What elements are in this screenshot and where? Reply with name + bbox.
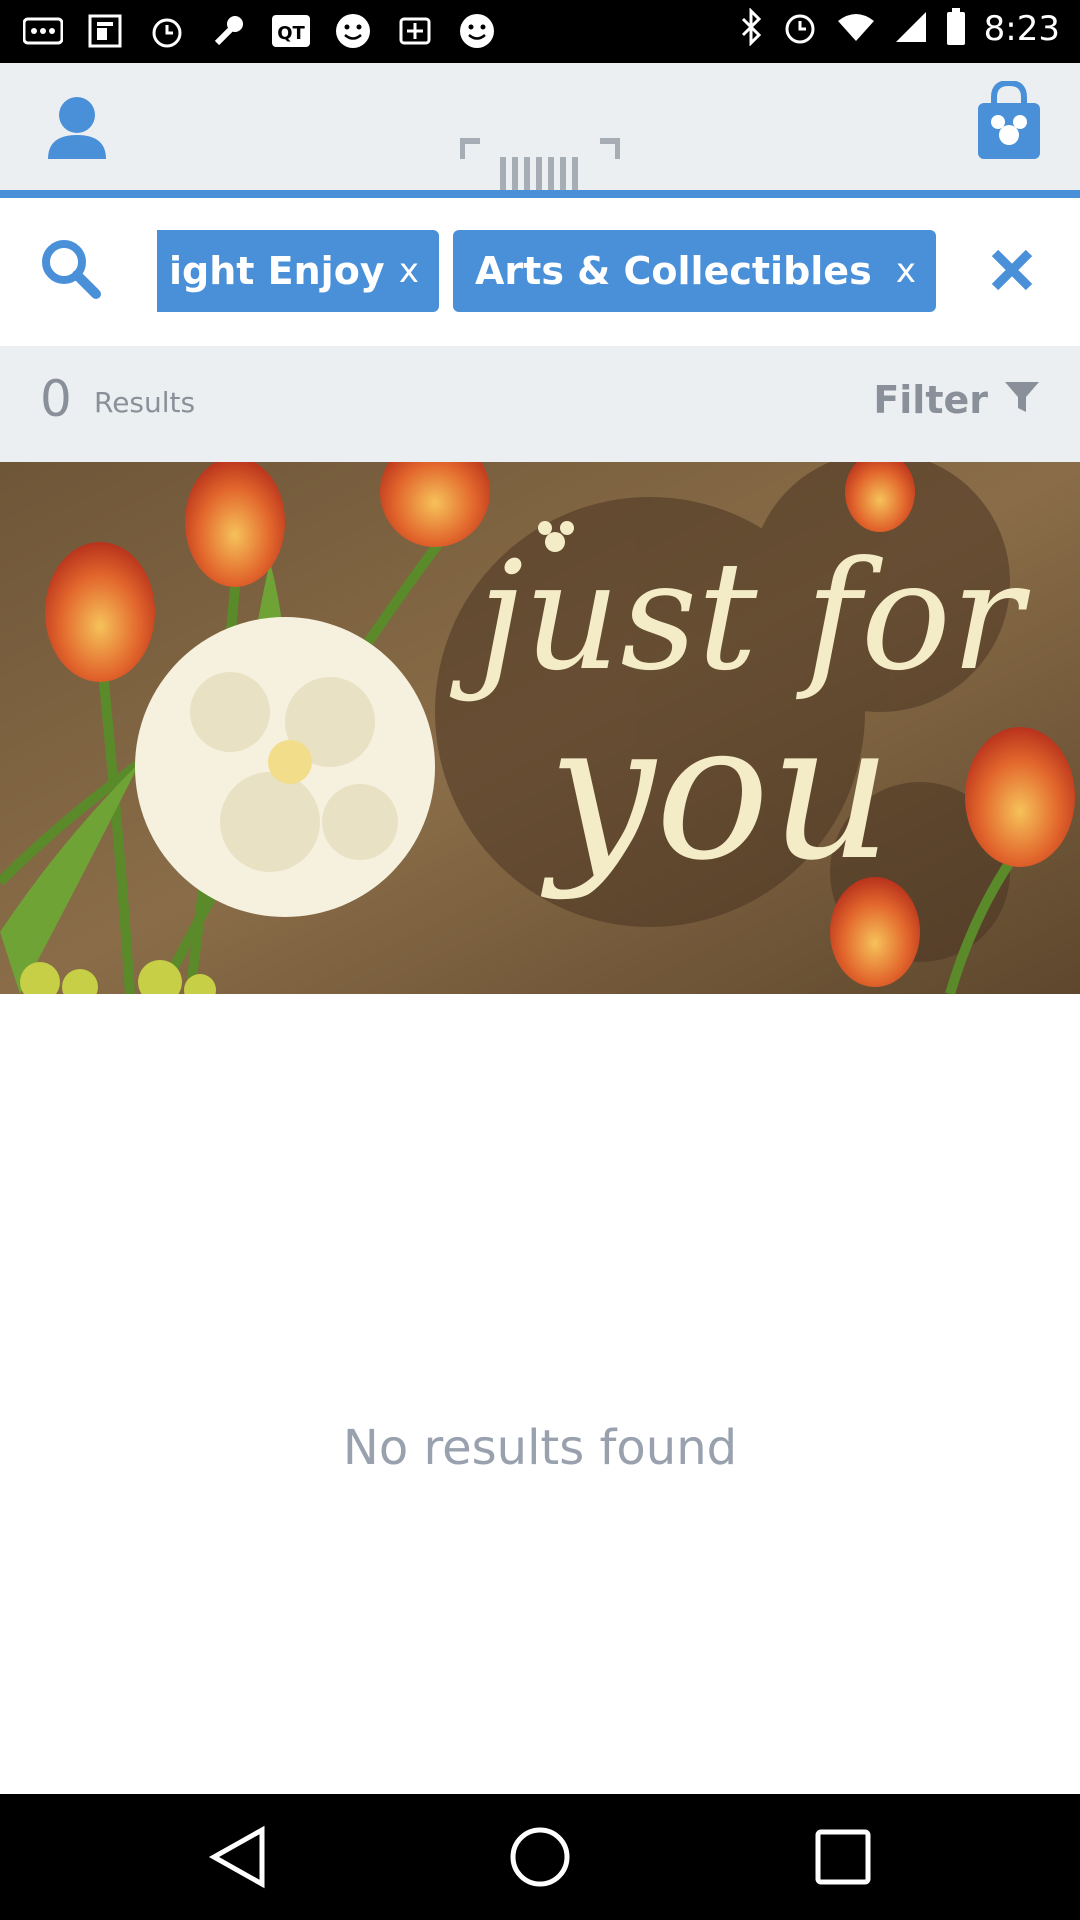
results-label: Results: [94, 386, 196, 419]
banner-headline: just for you: [470, 532, 1030, 892]
svg-text:QT: QT: [277, 23, 305, 44]
alarm-icon: [782, 9, 818, 49]
wrench-icon: [208, 10, 250, 52]
system-nav-bar: [0, 1794, 1080, 1920]
status-icons-right: 8:23: [738, 7, 1060, 50]
qt-icon: QT: [270, 10, 312, 52]
empty-state-message: No results found: [342, 1420, 738, 1476]
battery-icon: [946, 8, 966, 50]
recents-icon[interactable]: [810, 1824, 876, 1890]
banner-line-1: just for: [477, 530, 1023, 704]
banner-line-2: you: [547, 681, 893, 902]
app-bar: [0, 63, 1080, 191]
status-icons-left: QT: [22, 10, 498, 52]
results-count: 0: [40, 370, 72, 428]
notification-icon: [84, 10, 126, 52]
more-icon: [22, 10, 64, 52]
smiley-icon: [332, 10, 374, 52]
app-bar-divider: [0, 190, 1080, 198]
clock: 8:23: [983, 9, 1060, 49]
filter-button[interactable]: Filter: [873, 378, 1040, 422]
app-icon: [394, 10, 436, 52]
close-icon[interactable]: [990, 248, 1034, 292]
funnel-icon: [1004, 378, 1040, 422]
user-icon[interactable]: [42, 91, 112, 161]
chip-remove-button[interactable]: x: [399, 251, 419, 291]
promo-banner[interactable]: just for you: [0, 462, 1080, 994]
back-icon[interactable]: [206, 1824, 272, 1890]
bluetooth-icon: [738, 7, 764, 50]
chip-remove-button[interactable]: x: [896, 251, 916, 291]
smiley-icon: [456, 10, 498, 52]
results-bar: 0 Results Filter: [0, 346, 1080, 462]
search-filter-row: ight Enjoy x Arts & Collectibles x: [0, 198, 1080, 346]
filter-chip-label: Arts & Collectibles: [475, 249, 872, 293]
barcode-scan-icon[interactable]: [459, 137, 621, 191]
filter-chip[interactable]: ight Enjoy x: [157, 230, 439, 312]
filter-label: Filter: [873, 378, 988, 422]
alarm-icon: [146, 10, 188, 52]
filter-chip[interactable]: Arts & Collectibles x: [453, 230, 936, 312]
status-bar: QT 8:23: [0, 0, 1080, 63]
signal-icon: [894, 10, 928, 48]
home-icon[interactable]: [507, 1824, 573, 1890]
wifi-icon: [836, 11, 876, 47]
filter-chip-label: ight Enjoy: [169, 249, 385, 293]
search-icon[interactable]: [40, 238, 102, 300]
shopping-bag-icon[interactable]: [976, 79, 1042, 161]
